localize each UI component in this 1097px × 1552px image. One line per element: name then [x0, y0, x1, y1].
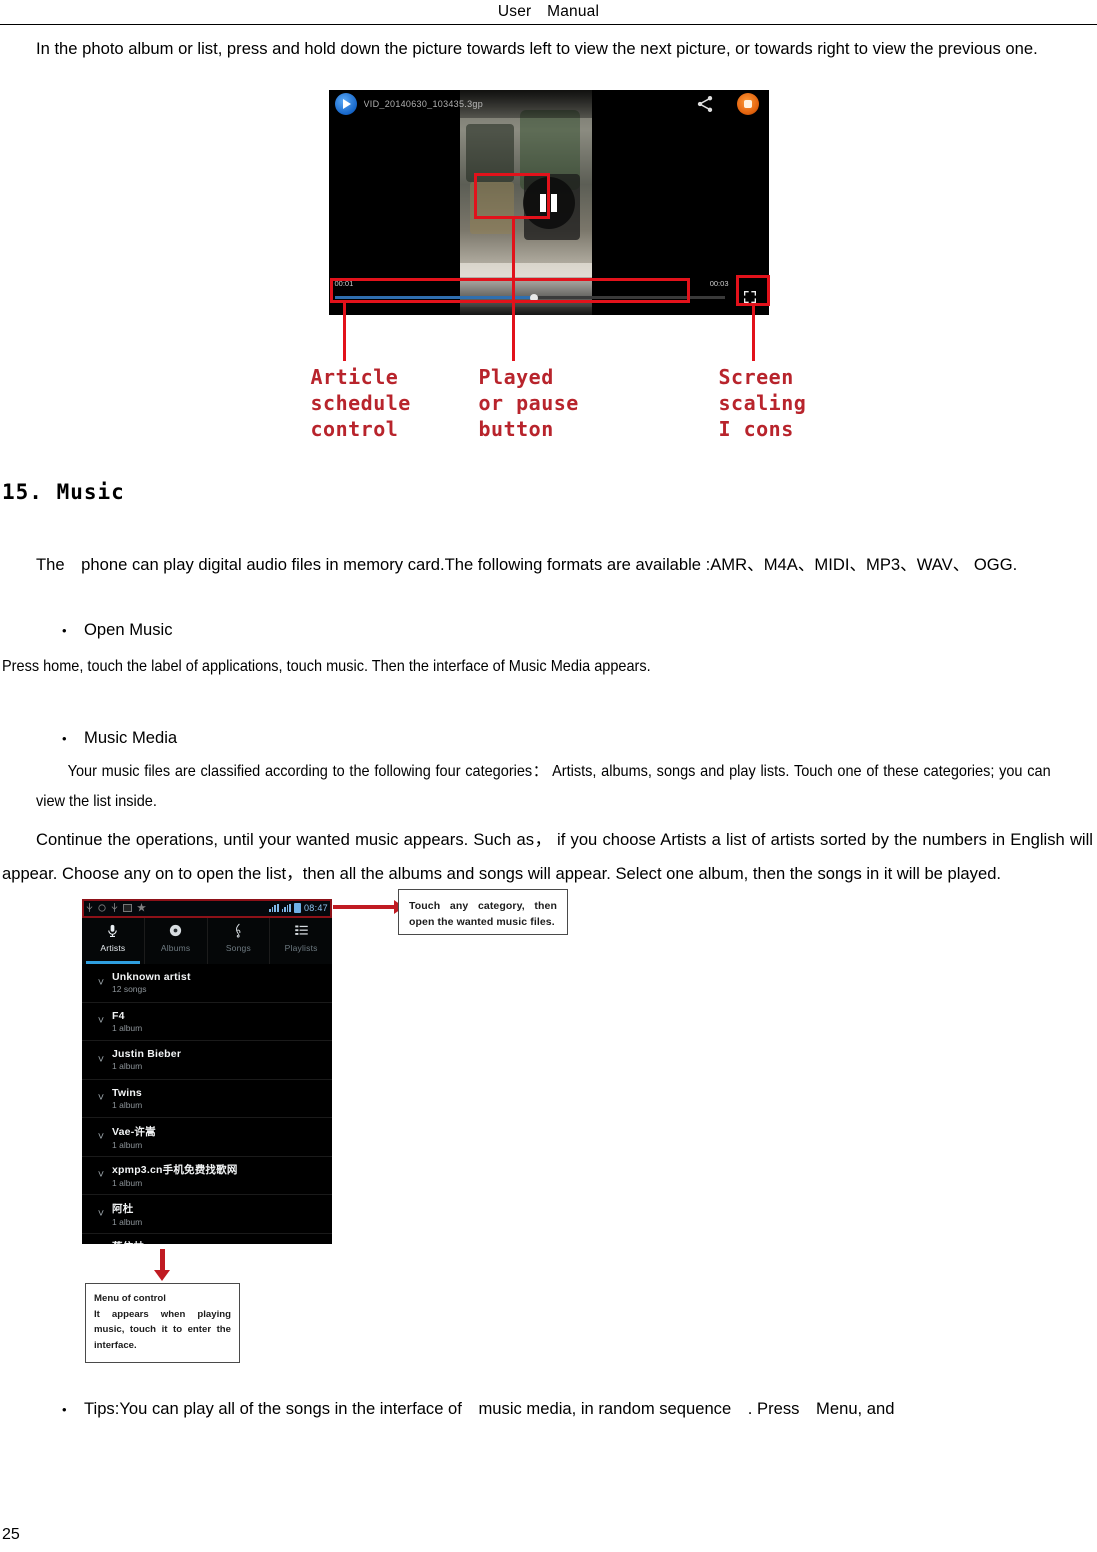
- chevron-down-icon[interactable]: ˅: [90, 1054, 112, 1066]
- artist-sub: 1 album: [112, 1061, 143, 1072]
- tab-label-playlists: Playlists: [284, 943, 318, 953]
- chevron-down-icon[interactable]: ˅: [90, 1208, 112, 1220]
- callout-screen-scaling-icons: Screen scaling I cons: [718, 365, 807, 441]
- tab-label-artists: Artists: [100, 943, 126, 953]
- chevron-down-icon[interactable]: ˅: [90, 1092, 112, 1104]
- header-title: User Manual: [497, 3, 600, 20]
- annotation-arrow-down: [154, 1249, 170, 1281]
- callout-article-schedule-control: Article schedule control: [310, 365, 411, 441]
- artist-list[interactable]: ˅ Unknown artist 12 songs ˅ F4 1 album ˅…: [82, 964, 332, 1244]
- total-time: 00:03: [709, 279, 729, 288]
- music-intro-paragraph: The phone can play digital audio files i…: [36, 555, 1018, 574]
- list-item[interactable]: ˅ Vae-许嵩 1 album: [82, 1118, 332, 1157]
- tab-albums[interactable]: Albums: [145, 916, 208, 964]
- bullet-dot-icon: •: [62, 731, 67, 746]
- bullet-label-open-music: Open Music: [84, 620, 173, 639]
- list-item[interactable]: ˅ 蔡依林 1 album: [82, 1234, 332, 1244]
- callout-leader-line: [751, 306, 755, 361]
- tab-playlists[interactable]: Playlists: [270, 916, 332, 964]
- artist-sub: 1 album: [112, 1178, 143, 1189]
- tab-artists[interactable]: Artists: [82, 916, 145, 964]
- chevron-down-icon[interactable]: ˅: [90, 1015, 112, 1027]
- list-item[interactable]: ˅ 阿杜 1 album: [82, 1195, 332, 1234]
- tips-text: Tips:You can play all of the songs in th…: [84, 1399, 895, 1418]
- music-media-text: Your music files are classified accordin…: [0, 757, 1097, 817]
- open-music-text-inner: Press home, touch the label of applicati…: [2, 658, 651, 675]
- bullet-music-media: • Music Media: [0, 722, 1097, 755]
- artist-sub: 1 album: [112, 1216, 143, 1227]
- annotation-arrow-right: [333, 900, 404, 914]
- tab-label-albums: Albums: [160, 943, 191, 953]
- disc-icon: [168, 920, 183, 940]
- video-title: VID_20140630_103435.3gp: [363, 99, 484, 109]
- annotation-note-bottom: Menu of control It appears when playing …: [85, 1283, 240, 1363]
- list-item[interactable]: ˅ Twins 1 album: [82, 1080, 332, 1118]
- record-icon[interactable]: [736, 93, 759, 115]
- list-item[interactable]: ˅ xpmp3.cn手机免费找歌网 1 album: [82, 1157, 332, 1195]
- intro-paragraph: In the photo album or list, press and ho…: [36, 39, 1038, 58]
- list-icon: [294, 920, 309, 940]
- tab-songs[interactable]: Songs: [208, 916, 271, 964]
- document-header: User Manual: [0, 0, 1097, 25]
- highlight-box-seekbar: [329, 278, 690, 303]
- highlight-box-status-bar: [82, 899, 332, 918]
- treble-clef-icon: [231, 920, 246, 940]
- bullet-dot-icon: •: [62, 623, 67, 638]
- music-tab-bar: Artists Albums Songs Playlists: [82, 916, 332, 964]
- artist-name: Twins: [112, 1086, 142, 1099]
- tab-label-songs: Songs: [225, 943, 251, 953]
- microphone-icon: [105, 920, 120, 940]
- list-item[interactable]: ˅ Justin Bieber 1 album: [82, 1041, 332, 1080]
- share-icon[interactable]: [695, 94, 715, 114]
- chevron-down-icon[interactable]: ˅: [90, 1131, 112, 1143]
- artist-name: xpmp3.cn手机免费找歌网: [112, 1164, 238, 1177]
- callout-leader-line: [342, 303, 346, 361]
- callout-leader-line: [511, 219, 515, 361]
- list-item[interactable]: ˅ Unknown artist 12 songs: [82, 964, 332, 1003]
- header-rule: [0, 24, 1097, 25]
- music-app-screenshot: 08:47 Artists Albums Songs Playlists ˅ U…: [82, 899, 332, 1244]
- list-item[interactable]: ˅ F4 1 album: [82, 1003, 332, 1041]
- play-icon: [334, 93, 357, 115]
- highlight-box-scaling: [735, 275, 770, 306]
- chevron-down-icon[interactable]: ˅: [90, 1169, 112, 1181]
- artist-sub: 12 songs: [112, 984, 147, 995]
- document-body: In the photo album or list, press and ho…: [0, 26, 1097, 1426]
- open-music-text: Press home, touch the label of applicati…: [0, 651, 1097, 682]
- music-media-text-inner: Your music files are classified accordin…: [36, 763, 1051, 810]
- artist-sub: 1 album: [112, 1099, 143, 1110]
- page-number: 25: [2, 1526, 20, 1543]
- document-page: User Manual In the photo album or list, …: [0, 0, 1097, 1552]
- music-media-figure: 08:47 Artists Albums Songs Playlists ˅ U…: [0, 889, 1097, 1391]
- artist-name: 蔡依林: [112, 1239, 144, 1244]
- bullet-tips: • Tips:You can play all of the songs in …: [0, 1393, 1097, 1426]
- artist-name: Justin Bieber: [112, 1048, 182, 1061]
- highlight-box-pause: [473, 173, 550, 219]
- chapter-heading: 15. Music: [2, 480, 125, 504]
- artist-name: Vae-许嵩: [112, 1125, 156, 1138]
- annotation-note-bottom-text: Menu of control It appears when playing …: [94, 1293, 231, 1351]
- annotation-note-top-text: Touch any category, then open the wanted…: [409, 900, 557, 928]
- artist-name: F4: [112, 1009, 125, 1022]
- bullet-open-music: • Open Music: [0, 614, 1097, 647]
- video-player-figure: VID_20140630_103435.3gp 00:01 00:03 Arti…: [289, 78, 809, 448]
- artist-sub: 1 album: [112, 1022, 143, 1033]
- artist-name: Unknown artist: [112, 971, 191, 984]
- artist-name: 阿杜: [112, 1202, 134, 1215]
- continue-paragraph: Continue the operations, until your want…: [2, 830, 1093, 883]
- bullet-label-music-media: Music Media: [84, 728, 178, 747]
- annotation-note-top: Touch any category, then open the wanted…: [398, 889, 568, 935]
- callout-played-or-pause-button: Played or pause button: [478, 365, 579, 441]
- bullet-dot-icon: •: [62, 1402, 67, 1417]
- chevron-down-icon[interactable]: ˅: [90, 977, 112, 989]
- artist-sub: 1 album: [112, 1139, 143, 1150]
